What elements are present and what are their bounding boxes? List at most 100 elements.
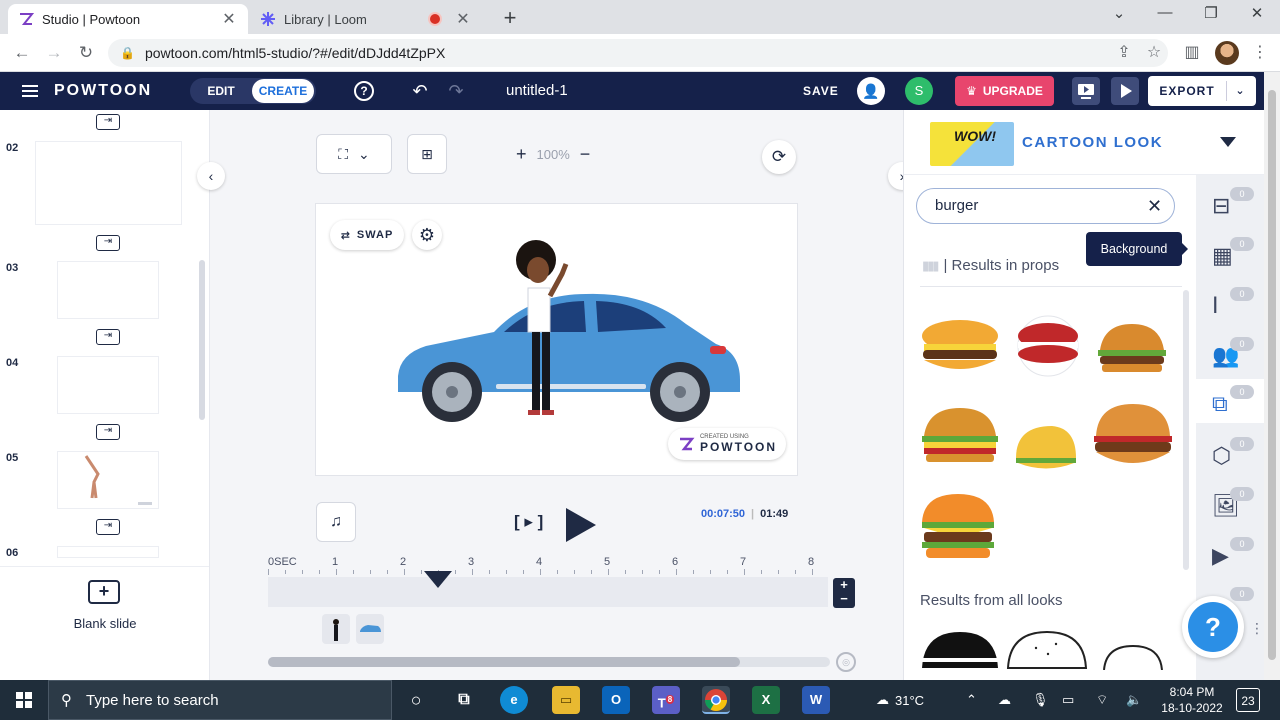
results-scrollbar[interactable] bbox=[1183, 290, 1189, 570]
outlook-icon[interactable]: O bbox=[602, 686, 630, 714]
browser-menu-icon[interactable]: ⋮ bbox=[1248, 41, 1272, 65]
tab-search-chevron-icon[interactable]: ⌄ bbox=[1104, 4, 1134, 22]
tab-studio-powtoon[interactable]: Studio | Powtoon ✕ bbox=[8, 4, 248, 34]
more-options-icon[interactable]: ⋮ bbox=[1250, 620, 1264, 637]
tray-chevron-icon[interactable]: ⌃ bbox=[966, 680, 977, 720]
burger-result-item[interactable] bbox=[1008, 314, 1088, 378]
undo-icon[interactable]: ↶ bbox=[410, 81, 430, 101]
redo-icon[interactable]: ↷ bbox=[446, 81, 466, 101]
onedrive-icon[interactable]: ☁ bbox=[998, 680, 1011, 720]
rail-shapes[interactable]: ⬡ 0 bbox=[1206, 431, 1254, 475]
burger-result-item[interactable] bbox=[1102, 644, 1164, 670]
bookmark-star-icon[interactable]: ☆ bbox=[1142, 41, 1166, 65]
fit-timeline-icon[interactable]: ◎ bbox=[836, 652, 856, 672]
edit-mode-button[interactable]: EDIT bbox=[196, 84, 246, 98]
tab-library-loom[interactable]: Library | Loom ✕ bbox=[250, 4, 482, 34]
volume-icon[interactable]: 🔈 bbox=[1126, 680, 1142, 720]
page-scrollbar[interactable] bbox=[1264, 72, 1280, 680]
close-tab-icon[interactable]: ✕ bbox=[454, 9, 472, 29]
create-mode-button[interactable]: CREATE bbox=[252, 79, 314, 103]
add-music-icon[interactable]: ♫ bbox=[316, 502, 356, 542]
playhead-handle[interactable] bbox=[424, 571, 452, 588]
play-preview-icon[interactable] bbox=[1111, 77, 1139, 105]
help-icon[interactable]: ? bbox=[354, 81, 374, 101]
timeline-zoom-control[interactable]: + − bbox=[833, 578, 855, 608]
timeline-scrollbar[interactable] bbox=[268, 657, 830, 667]
transition-icon[interactable]: ⇥ bbox=[96, 329, 120, 345]
rail-images[interactable]: 🖼 0 bbox=[1206, 481, 1254, 525]
wifi-icon[interactable]: ⌔ bbox=[1096, 680, 1108, 720]
edge-icon[interactable]: e bbox=[500, 686, 528, 714]
file-explorer-icon[interactable]: ▭ bbox=[552, 686, 580, 714]
upgrade-button[interactable]: ♛ UPGRADE bbox=[955, 76, 1054, 106]
notification-center[interactable]: 23 bbox=[1236, 688, 1260, 712]
timeline-track[interactable] bbox=[268, 577, 828, 607]
system-clock[interactable]: 8:04 PM 18-10-2022 bbox=[1158, 684, 1226, 716]
clear-search-icon[interactable]: ✕ bbox=[1147, 196, 1162, 217]
slide-thumbnail[interactable] bbox=[36, 142, 181, 224]
minimize-icon[interactable]: — bbox=[1150, 4, 1180, 21]
play-from-start-icon[interactable]: [ ▸ ] bbox=[514, 512, 543, 532]
rail-props[interactable]: ⧉ 0 bbox=[1196, 379, 1265, 423]
windows-start-icon[interactable] bbox=[16, 692, 32, 708]
slide-thumbnail[interactable] bbox=[58, 357, 158, 413]
burger-result-item[interactable] bbox=[920, 318, 1000, 376]
aspect-ratio-button[interactable]: ⛶ ⌄ bbox=[316, 134, 392, 174]
play-icon[interactable] bbox=[566, 508, 596, 542]
burger-result-item[interactable] bbox=[1006, 628, 1088, 670]
chevron-down-icon[interactable]: ⌄ bbox=[1226, 81, 1254, 101]
close-window-icon[interactable]: ✕ bbox=[1242, 4, 1272, 22]
side-panel-icon[interactable]: ▥ bbox=[1180, 41, 1204, 65]
battery-icon[interactable]: ▭ bbox=[1062, 680, 1074, 720]
timeline-zoom-in-icon[interactable]: + bbox=[833, 578, 855, 592]
microphone-icon[interactable]: 🎙 bbox=[1032, 680, 1049, 720]
project-title[interactable]: untitled-1 bbox=[506, 82, 568, 99]
close-tab-icon[interactable]: ✕ bbox=[220, 9, 238, 29]
blank-slide-button[interactable]: Blank slide bbox=[60, 616, 150, 631]
slide-thumbnail[interactable] bbox=[58, 547, 158, 557]
burger-result-item[interactable] bbox=[920, 406, 1000, 466]
help-chat-button[interactable]: ? bbox=[1182, 596, 1244, 658]
add-to-slide-icon[interactable]: ⟳ bbox=[762, 140, 796, 174]
url-bar[interactable]: 🔒 powtoon.com/html5-studio/?#/edit/dDJdd… bbox=[108, 39, 1168, 67]
character-layer-thumb[interactable] bbox=[322, 614, 350, 644]
timeline-ruler[interactable]: 0SEC 1 2 3 4 5 6 7 8 bbox=[268, 556, 828, 576]
chrome-icon[interactable] bbox=[702, 686, 730, 714]
weather-widget[interactable]: ☁ 31°C bbox=[876, 680, 924, 720]
teams-icon[interactable]: T8 bbox=[652, 686, 680, 714]
taskbar-search[interactable]: ⚲ Type here to search bbox=[48, 680, 392, 720]
slide-canvas[interactable]: ⇄ SWAP ⚙ CREATED USING POWTOON bbox=[316, 204, 797, 475]
restore-icon[interactable]: ❐ bbox=[1196, 4, 1226, 22]
burger-result-item[interactable] bbox=[920, 628, 1000, 670]
rail-characters[interactable]: 👥 0 bbox=[1206, 331, 1254, 375]
transition-icon[interactable]: ⇥ bbox=[96, 235, 120, 251]
car-layer-thumb[interactable] bbox=[356, 614, 384, 644]
slides-scrollbar[interactable] bbox=[199, 260, 205, 420]
collapse-slides-icon[interactable]: ‹ bbox=[197, 162, 225, 190]
caret-down-icon[interactable] bbox=[1220, 137, 1236, 147]
slide-thumbnail[interactable] bbox=[58, 262, 158, 318]
excel-icon[interactable]: X bbox=[752, 686, 780, 714]
transition-icon[interactable]: ⇥ bbox=[96, 424, 120, 440]
share-icon[interactable]: ⇪ bbox=[1112, 41, 1136, 65]
cortana-icon[interactable]: ○ bbox=[402, 686, 430, 714]
powtoon-watermark[interactable]: CREATED USING POWTOON bbox=[668, 428, 786, 460]
new-tab-icon[interactable]: + bbox=[498, 5, 522, 31]
burger-result-item[interactable] bbox=[1012, 422, 1080, 474]
rail-background[interactable]: ▦ 0 bbox=[1206, 231, 1254, 275]
add-slide-icon[interactable]: + bbox=[88, 580, 120, 604]
user-avatar[interactable]: S bbox=[905, 77, 933, 105]
save-button[interactable]: SAVE bbox=[803, 84, 839, 98]
forward-icon[interactable]: → bbox=[42, 41, 66, 65]
burger-result-item[interactable] bbox=[920, 492, 996, 562]
transition-icon[interactable]: ⇥ bbox=[96, 519, 120, 535]
look-selector[interactable]: WOW! CARTOON LOOK bbox=[904, 110, 1265, 175]
hamburger-menu-icon[interactable] bbox=[22, 85, 38, 97]
burger-result-item[interactable] bbox=[1092, 402, 1174, 472]
rail-text[interactable]: Ⅰ0 bbox=[1206, 281, 1254, 325]
rail-templates[interactable]: ⊟ 0 bbox=[1206, 181, 1254, 225]
timeline-zoom-out-icon[interactable]: − bbox=[833, 592, 855, 606]
burger-result-item[interactable] bbox=[1096, 322, 1168, 376]
reload-icon[interactable]: ↻ bbox=[74, 41, 98, 65]
task-view-icon[interactable]: ⧉ bbox=[450, 686, 478, 714]
